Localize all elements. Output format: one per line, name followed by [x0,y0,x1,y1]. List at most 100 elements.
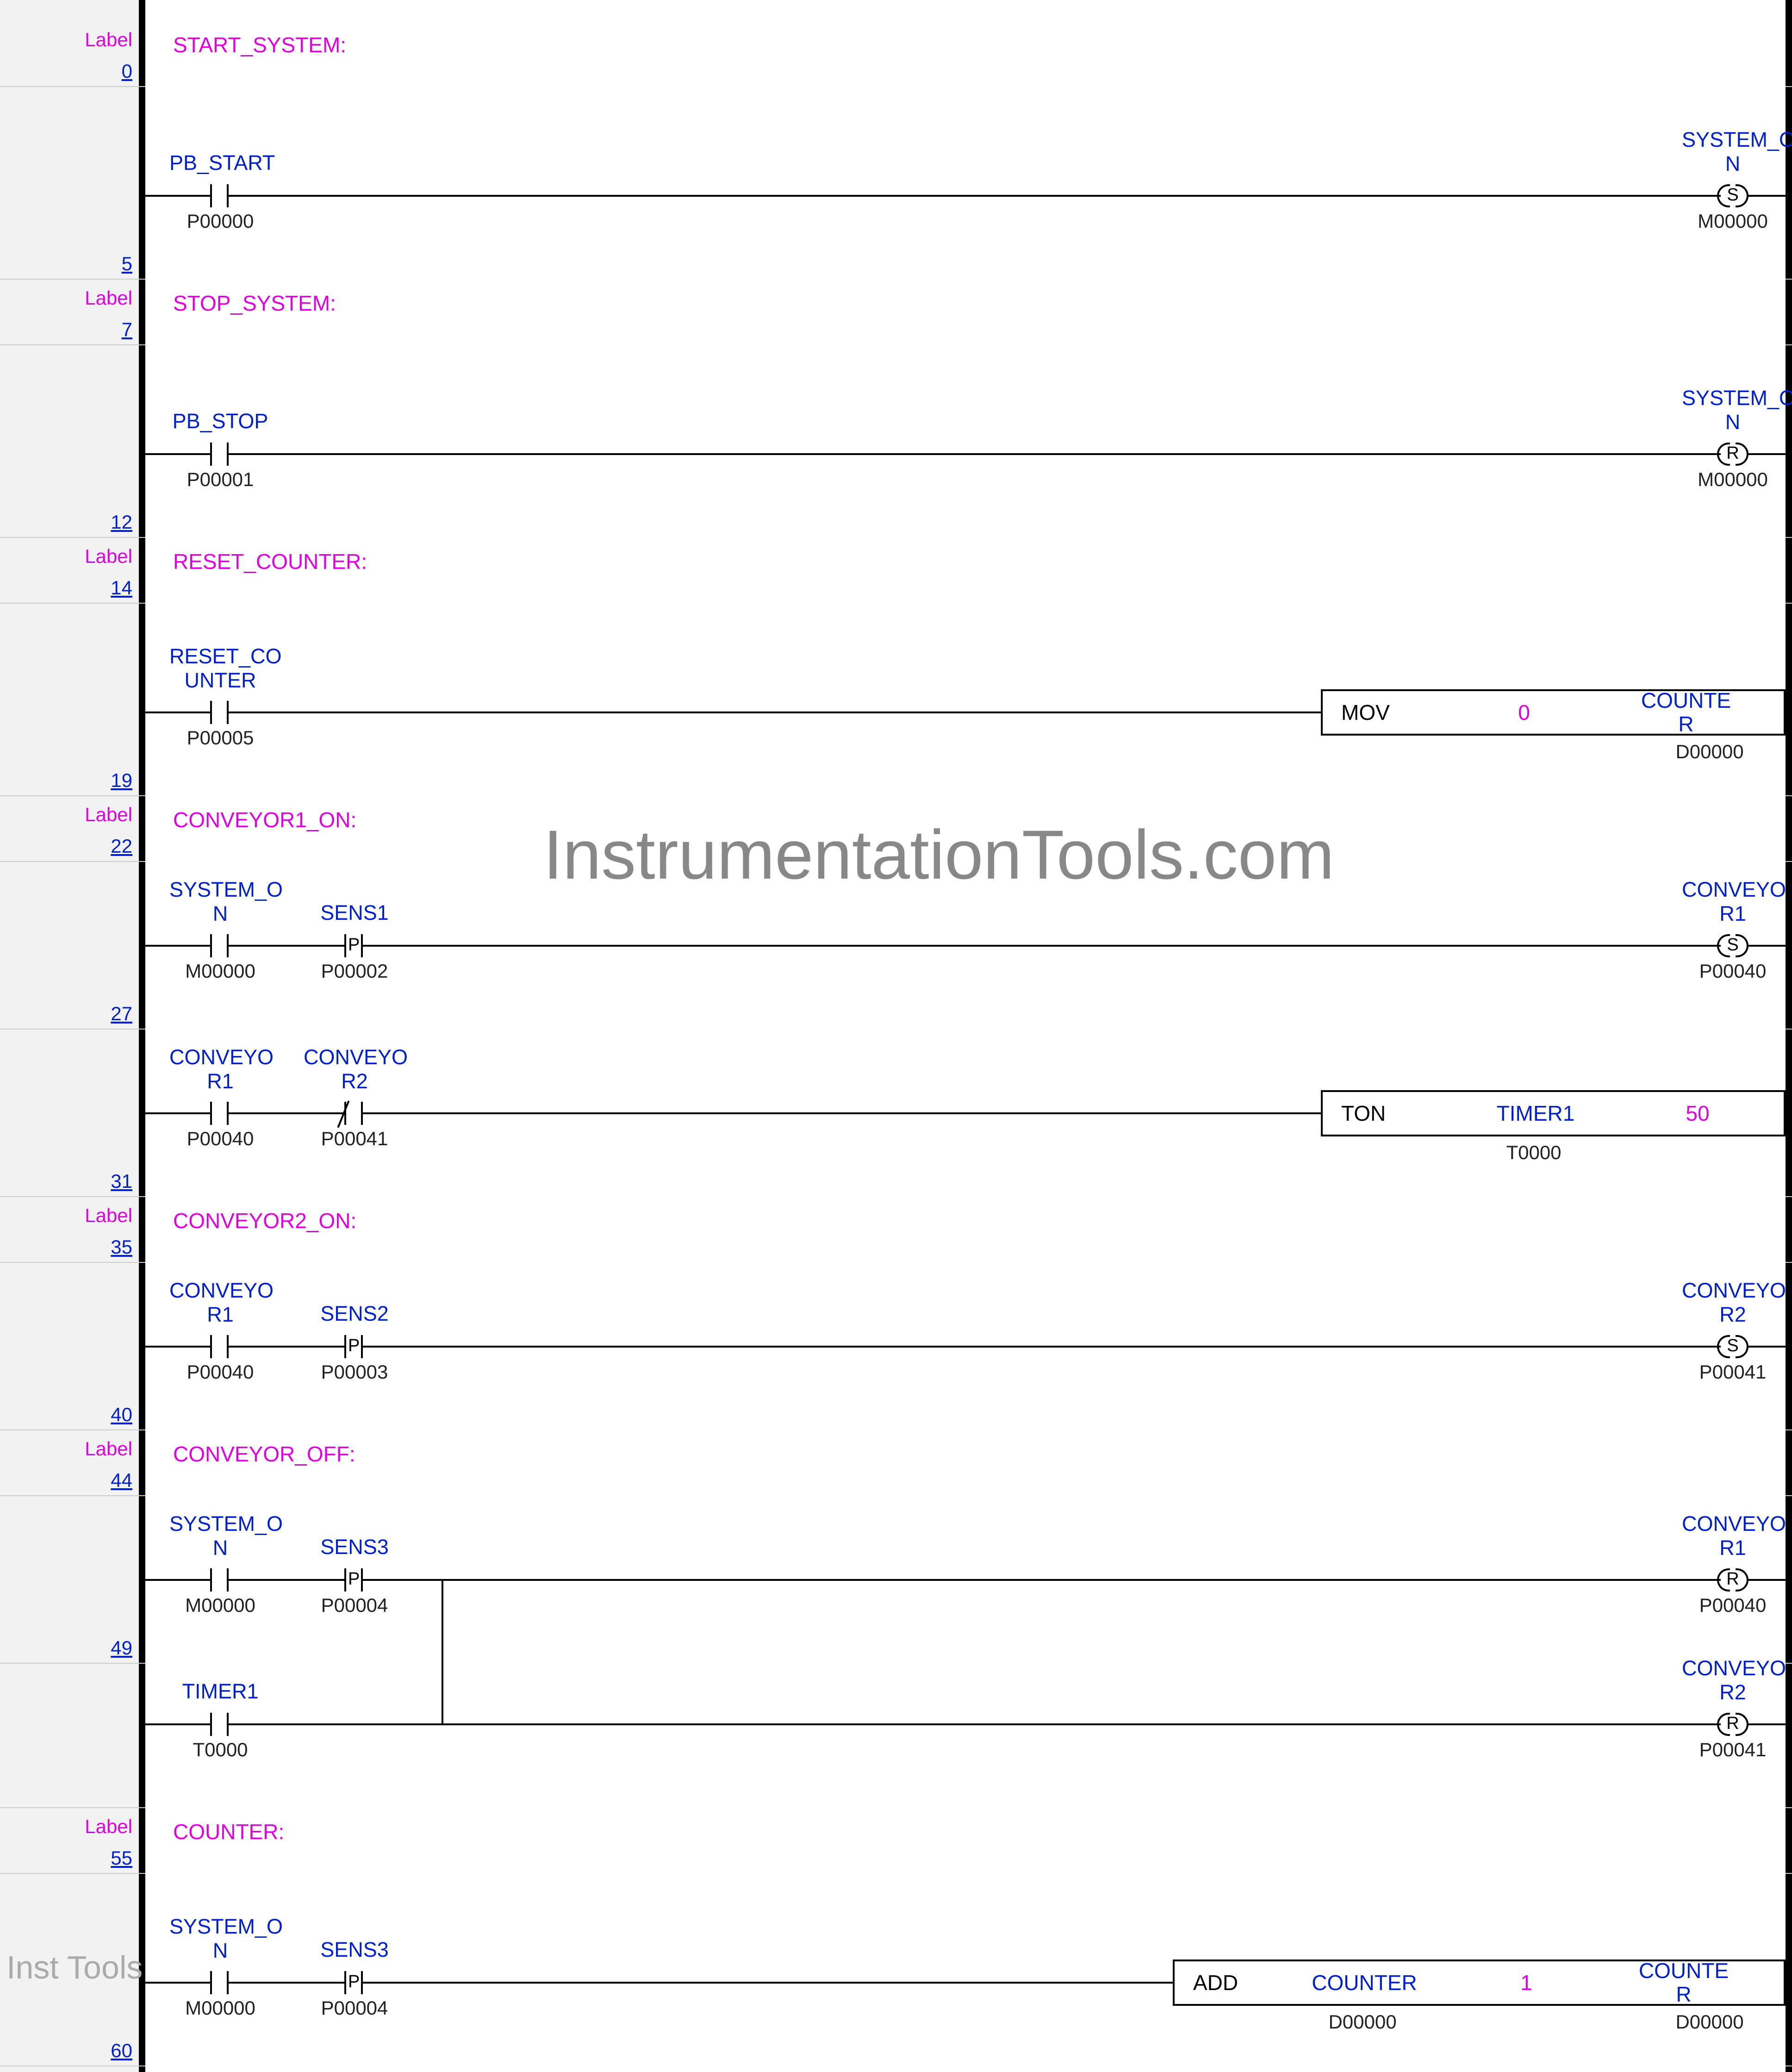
contact-no [187,1568,252,1591]
coil-set: S [1700,934,1765,957]
coil-set: S [1700,184,1765,207]
label-r0: Label [85,29,132,51]
ladder-main: InstrumentationTools.com Inst Tools STAR… [145,0,1786,2072]
watermark-main: InstrumentationTools.com [543,815,1334,895]
rung-num-35: 35 [111,1236,132,1258]
rung-num-44: 44 [111,1469,132,1492]
addr-r49-c1: M00000 [169,1594,271,1616]
addr-r19-box: D00000 [1649,741,1770,763]
tag-r12-out: SYSTEM_O N [1682,386,1784,434]
rung-num-40: 40 [111,1404,132,1426]
tag-r31-c1: CONVEYO R1 [169,1045,271,1093]
comment-r7: STOP_SYSTEM: [173,291,336,316]
contact-p: P [321,1971,386,1994]
contact-no [187,701,252,724]
addr-r31-box: T0000 [1464,1142,1603,1164]
tag-r40-c1: CONVEYO R1 [169,1279,271,1327]
rung-num-14: 14 [111,577,132,599]
tag-r60-c2: SENS3 [304,1938,405,1962]
tag-r49-c1: SYSTEM_O N [169,1512,271,1560]
add-box: ADD COUNTER 1 COUNTE R [1173,1960,1786,2006]
addr-r12-c1: P00001 [169,468,271,491]
addr-r27-c2: P00002 [304,960,405,982]
power-rail-left [139,0,145,2072]
coil-reset: R [1700,443,1765,466]
watermark-side: Inst Tools [6,1949,143,1986]
tag-r27-c1: SYSTEM_O N [169,878,271,926]
tag-r40-out: CONVEYO R2 [1682,1279,1784,1327]
label-r35: Label [85,1205,132,1227]
rung-num-55: 55 [111,1847,132,1869]
comment-r22: CONVEYOR1_ON: [173,807,356,832]
coil-set: S [1700,1335,1765,1358]
comment-r0: START_SYSTEM: [173,32,346,57]
contact-no [187,1971,252,1994]
rung-num-19: 19 [111,769,132,792]
contact-p: P [321,934,386,957]
contact-p: P [321,1568,386,1591]
ladder-diagram: Label 0 5 Label 7 12 Label 14 19 Label 2… [0,0,1792,2072]
comment-r55: COUNTER: [173,1819,284,1844]
tag-r60-c1: SYSTEM_O N [169,1915,271,1963]
addr-r31-c1: P00040 [169,1128,271,1150]
contact-no [187,1102,252,1125]
rung-num-0: 0 [122,60,132,82]
label-r44: Label [85,1438,132,1460]
tag-r27-out: CONVEYO R1 [1682,878,1784,926]
contact-p: P [321,1335,386,1358]
addr-r49-c2: P00004 [304,1594,405,1616]
tag-r49-out: CONVEYO R1 [1682,1512,1784,1560]
label-r55: Label [85,1816,132,1838]
addr-r27-out: P00040 [1682,960,1784,982]
tag-r5-out: SYSTEM_O N [1682,128,1784,176]
addr-r40-out: P00041 [1682,1361,1784,1383]
tag-r31-c2: CONVEYO R2 [304,1045,405,1093]
addr-r60-p3: D00000 [1640,2011,1779,2033]
coil-reset: R [1700,1568,1765,1591]
rung-num-60: 60 [111,2040,132,2062]
addr-r60-c1: M00000 [169,1997,271,2019]
comment-r14: RESET_COUNTER: [173,549,367,574]
rung-num-31: 31 [111,1170,132,1192]
rung-num-27: 27 [111,1003,132,1025]
contact-no [187,1713,252,1736]
addr-r49-out: P00040 [1682,1594,1784,1616]
addr-r60-p1: D00000 [1293,2011,1432,2033]
addr-r27-c1: M00000 [169,960,271,982]
addr-r49b-out: P00041 [1682,1739,1784,1761]
addr-r19-c1: P00005 [169,727,271,749]
rung-num-7: 7 [122,318,132,341]
tag-r12-c1: PB_STOP [169,409,271,433]
ton-box: TON TIMER1 50 [1321,1090,1786,1136]
addr-r40-c2: P00003 [304,1361,405,1383]
label-r7: Label [85,287,132,309]
tag-r40-c2: SENS2 [304,1302,405,1326]
comment-r44: CONVEYOR_OFF: [173,1442,355,1467]
contact-no [187,184,252,207]
addr-r31-c2: P00041 [304,1128,405,1150]
mov-box: MOV 0 COUNTE R [1321,689,1786,736]
tag-r27-c2: SENS1 [304,901,405,925]
tag-r49-c2: SENS3 [304,1535,405,1559]
addr-r5-c1: P00000 [169,210,271,232]
addr-r60-c2: P00004 [304,1997,405,2019]
contact-no [187,1335,252,1358]
label-r14: Label [85,545,132,568]
addr-r40-c1: P00040 [169,1361,271,1383]
tag-r49b-out: CONVEYO R2 [1682,1656,1784,1704]
addr-r49b-c1: T0000 [169,1739,271,1761]
left-margin: Label 0 5 Label 7 12 Label 14 19 Label 2… [0,0,139,2072]
addr-r5-out: M00000 [1682,210,1784,232]
contact-no [187,443,252,466]
power-rail-right [1786,0,1792,2072]
addr-r12-out: M00000 [1682,468,1784,491]
contact-nc [321,1102,386,1125]
contact-no [187,934,252,957]
rung-num-5: 5 [122,253,132,275]
label-r22: Label [85,804,132,826]
rung-num-12: 12 [111,511,132,533]
rung-num-22: 22 [111,835,132,857]
rung-num-49: 49 [111,1637,132,1659]
tag-r5-c1: PB_START [169,151,271,175]
tag-r49b-c1: TIMER1 [169,1679,271,1704]
